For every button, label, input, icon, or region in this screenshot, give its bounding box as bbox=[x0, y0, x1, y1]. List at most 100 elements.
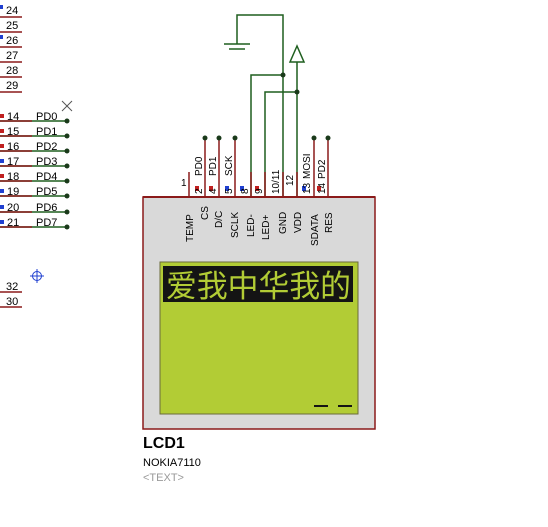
pin-number: 32 bbox=[6, 281, 18, 293]
component-text-placeholder: <TEXT> bbox=[143, 472, 184, 484]
pin-state-marker bbox=[0, 220, 4, 224]
junction-dot bbox=[216, 135, 222, 141]
pin-25[interactable]: 25 bbox=[0, 20, 22, 33]
pin-state-marker bbox=[0, 159, 4, 163]
lcd-pin-sclk[interactable]: 5 SCK bbox=[224, 135, 238, 198]
pin-number: 8 bbox=[240, 188, 251, 194]
net-label: PD2 bbox=[317, 159, 328, 179]
pin-30[interactable]: 30 bbox=[0, 296, 22, 308]
junction-dot bbox=[64, 224, 70, 230]
port-label: PD5 bbox=[36, 186, 57, 198]
port-label: PD3 bbox=[36, 156, 57, 168]
left-port-pins: 14 PD0 15 PD1 16 PD2 17 PD3 18 PD4 19 PD… bbox=[0, 100, 73, 230]
pin-number: 15 bbox=[7, 126, 19, 138]
junction-dot bbox=[232, 135, 238, 141]
lcd-component[interactable]: TEMP CS D/C SCLK LED- LED+ GND VDD SDATA… bbox=[142, 196, 376, 484]
port-pd2[interactable]: 16 PD2 bbox=[0, 141, 70, 154]
component-reference: LCD1 bbox=[143, 435, 185, 452]
pin-state-marker bbox=[0, 189, 4, 193]
lcd-pin-sdata[interactable]: 13 MOSI bbox=[302, 135, 317, 198]
gnd-wire[interactable] bbox=[236, 14, 284, 197]
power-wiring bbox=[224, 14, 306, 197]
left-bottom-pins: 32 30 bbox=[0, 281, 22, 308]
pin-name-sclk: SCLK bbox=[230, 212, 241, 238]
pin-number: 4 bbox=[208, 188, 219, 194]
pin-24[interactable]: 24 bbox=[0, 5, 22, 18]
lcd-cursor-segment bbox=[338, 405, 352, 407]
port-pd0[interactable]: 14 PD0 bbox=[0, 111, 70, 124]
lcd-pin-gnd[interactable]: 10/11 bbox=[271, 169, 284, 197]
port-pd6[interactable]: 20 PD6 bbox=[0, 202, 70, 215]
net-label: PD0 bbox=[194, 156, 205, 176]
pin-state-marker bbox=[0, 174, 4, 178]
lcd-screen-text: 爱我中华我的 bbox=[166, 269, 351, 304]
pin-state-marker bbox=[0, 205, 4, 209]
pin-name-cs: CS bbox=[200, 206, 211, 220]
pin-number: 16 bbox=[7, 141, 19, 153]
component-part-name: NOKIA7110 bbox=[143, 457, 201, 469]
pin-name-res: RES bbox=[324, 212, 335, 233]
pin-number: 29 bbox=[6, 80, 18, 92]
pin-name-led-plus: LED+ bbox=[261, 215, 272, 240]
pin-state-marker bbox=[0, 129, 4, 133]
junction-dot bbox=[64, 193, 70, 199]
pin-name-temp: TEMP bbox=[185, 214, 196, 242]
power-symbol-icon bbox=[288, 44, 306, 63]
pin-number: 5 bbox=[224, 188, 235, 194]
pin-name-gnd: GND bbox=[278, 212, 289, 234]
pin-number: 9 bbox=[254, 188, 265, 194]
lcd-pin-cs[interactable]: 2 PD0 bbox=[194, 135, 208, 198]
net-label: MOSI bbox=[302, 153, 313, 179]
port-pd4[interactable]: 18 PD4 bbox=[0, 171, 70, 184]
junction-dot bbox=[64, 178, 70, 184]
lcd-pin-led-plus[interactable]: 9 bbox=[254, 172, 266, 197]
pin-name-dc: D/C bbox=[214, 211, 225, 228]
lcd-pin-vdd[interactable]: 12 bbox=[285, 172, 298, 197]
junction-dot bbox=[202, 135, 208, 141]
port-label: PD4 bbox=[36, 171, 57, 183]
lcd-pin-res[interactable]: 14 PD2 bbox=[317, 135, 331, 198]
junction-dot bbox=[64, 163, 70, 169]
port-label: PD2 bbox=[36, 141, 57, 153]
lcd-pin-dc[interactable]: 4 PD1 bbox=[208, 135, 222, 198]
port-label: PD7 bbox=[36, 217, 57, 229]
pin-name-vdd: VDD bbox=[293, 212, 304, 233]
pin-marker bbox=[0, 35, 3, 39]
pin-state-marker bbox=[0, 144, 4, 148]
pin-number: 17 bbox=[7, 156, 19, 168]
pin-number: 12 bbox=[285, 174, 296, 186]
pin-number: 27 bbox=[6, 50, 18, 62]
junction-dot bbox=[64, 209, 70, 215]
pin-number: 25 bbox=[6, 20, 18, 32]
pin-state-marker bbox=[0, 114, 4, 118]
pin-number: 19 bbox=[7, 186, 19, 198]
pin-number: 24 bbox=[6, 5, 18, 17]
pin-27[interactable]: 27 bbox=[0, 50, 22, 63]
pin-number: 30 bbox=[6, 296, 18, 308]
pin-32[interactable]: 32 bbox=[0, 281, 22, 293]
left-top-pins: 24 25 26 27 28 29 bbox=[0, 5, 22, 93]
junction-dot bbox=[294, 89, 300, 95]
pin-26[interactable]: 26 bbox=[0, 35, 22, 48]
ground-symbol-icon bbox=[224, 43, 250, 50]
pin-number: 14 bbox=[317, 182, 328, 194]
lcd-screen: 爱我中华我的 bbox=[159, 261, 359, 415]
pin-28[interactable]: 28 bbox=[0, 65, 22, 78]
junction-dot bbox=[280, 72, 286, 78]
lcd-pin-led-minus[interactable]: 8 bbox=[240, 172, 252, 197]
port-pd3[interactable]: 17 PD3 bbox=[0, 156, 70, 169]
junction-dot bbox=[311, 135, 317, 141]
port-pd5[interactable]: 19 PD5 bbox=[0, 186, 70, 199]
origin-marker-icon bbox=[30, 269, 44, 283]
pin-number: 13 bbox=[302, 182, 313, 194]
net-label: PD1 bbox=[208, 156, 219, 176]
junction-dot bbox=[64, 148, 70, 154]
lcd-pin-temp[interactable]: 1 bbox=[181, 172, 190, 197]
pin-29[interactable]: 29 bbox=[0, 80, 22, 93]
port-pd7[interactable]: 21 PD7 bbox=[0, 217, 70, 230]
lcd-top-pins: 1 2 PD0 4 PD1 5 SCK 8 9 10/11 12 13 MOSI… bbox=[181, 135, 331, 198]
unconnected-pin-x-icon bbox=[61, 100, 73, 112]
port-label: PD6 bbox=[36, 202, 57, 214]
lcd-cursor-segment bbox=[314, 405, 328, 407]
port-pd1[interactable]: 15 PD1 bbox=[0, 126, 70, 139]
